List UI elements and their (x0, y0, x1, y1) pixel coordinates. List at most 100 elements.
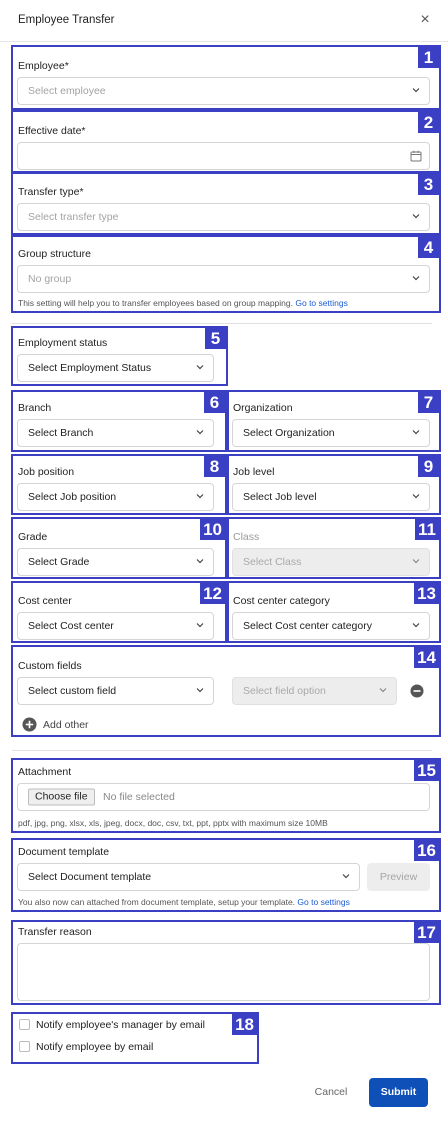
chevron-down-icon (341, 871, 351, 881)
transfer-type-select[interactable]: Select transfer type (17, 203, 430, 231)
section-divider (12, 750, 432, 751)
group-structure-select[interactable]: No group (17, 265, 430, 293)
custom-field-option-select: Select field option (232, 677, 397, 705)
add-icon[interactable] (22, 717, 37, 735)
chevron-down-icon (195, 362, 205, 372)
choose-file-button[interactable]: Choose file (28, 788, 95, 806)
annotation-badge-17: 17 (414, 922, 439, 943)
annotation-badge-14: 14 (414, 647, 439, 668)
submit-button[interactable]: Submit (369, 1078, 428, 1107)
custom-field-select[interactable]: Select custom field (17, 677, 214, 705)
chevron-down-icon (195, 491, 205, 501)
annotation-badge-9: 9 (418, 456, 439, 477)
chevron-down-icon (411, 427, 421, 437)
employee-label: Employee* (18, 60, 69, 72)
custom-field-value: Select custom field (28, 685, 117, 697)
notify-manager-checkbox[interactable] (19, 1019, 30, 1030)
notify-employee-label: Notify employee by email (36, 1041, 154, 1053)
cost-center-select[interactable]: Select Cost center (17, 612, 214, 640)
chevron-down-icon (195, 427, 205, 437)
annotation-badge-18: 18 (232, 1014, 257, 1035)
annotation-badge-7: 7 (418, 392, 439, 413)
cost-center-value: Select Cost center (28, 620, 114, 632)
file-status: No file selected (103, 791, 175, 803)
class-select: Select Class (232, 548, 430, 576)
dialog-title: Employee Transfer (18, 14, 115, 26)
job-level-value: Select Job level (243, 491, 317, 503)
annotation-badge-4: 4 (418, 237, 439, 258)
group-structure-help: This setting will help you to transfer e… (18, 298, 348, 308)
annotation-badge-6: 6 (204, 392, 225, 413)
employee-select-placeholder: Select employee (28, 85, 106, 97)
organization-label: Organization (233, 402, 293, 414)
group-structure-settings-link[interactable]: Go to settings (295, 298, 347, 308)
branch-value: Select Branch (28, 427, 94, 439)
chevron-down-icon (195, 556, 205, 566)
chevron-down-icon (378, 685, 388, 695)
notify-manager-label: Notify employee's manager by email (36, 1019, 205, 1031)
chevron-down-icon (411, 491, 421, 501)
annotation-badge-15: 15 (414, 760, 439, 781)
chevron-down-icon (195, 685, 205, 695)
notify-employee-checkbox[interactable] (19, 1041, 30, 1052)
attachment-file-input[interactable]: Choose file No file selected (17, 783, 430, 811)
cost-center-label: Cost center (18, 595, 72, 607)
annotation-badge-8: 8 (204, 456, 225, 477)
annotation-badge-13: 13 (414, 583, 439, 604)
group-structure-value: No group (28, 273, 72, 285)
chevron-down-icon (411, 211, 421, 221)
document-template-value: Select Document template (28, 871, 152, 883)
class-label: Class (233, 531, 260, 543)
employment-status-label: Employment status (18, 337, 108, 349)
job-level-label: Job level (233, 466, 275, 478)
grade-label: Grade (18, 531, 48, 543)
annotation-badge-5: 5 (205, 328, 226, 349)
attachment-label: Attachment (18, 766, 72, 778)
document-template-help-text: You also now can attached from document … (18, 897, 296, 907)
document-template-settings-link[interactable]: Go to settings (297, 897, 349, 907)
transfer-reason-textarea[interactable] (17, 943, 430, 1001)
branch-select[interactable]: Select Branch (17, 419, 214, 447)
effective-date-label: Effective date* (18, 125, 86, 137)
annotation-badge-2: 2 (418, 112, 439, 133)
job-position-select[interactable]: Select Job position (17, 483, 214, 511)
employment-status-select[interactable]: Select Employment Status (17, 354, 214, 382)
group-structure-help-text: This setting will help you to transfer e… (18, 298, 293, 308)
transfer-type-placeholder: Select transfer type (28, 211, 119, 223)
chevron-down-icon (411, 556, 421, 566)
branch-label: Branch (18, 402, 52, 414)
annotation-badge-3: 3 (418, 174, 439, 195)
document-template-select[interactable]: Select Document template (17, 863, 360, 891)
group-structure-label: Group structure (18, 248, 91, 260)
organization-select[interactable]: Select Organization (232, 419, 430, 447)
annotation-badge-10: 10 (200, 519, 225, 540)
dialog-header: Employee Transfer × (0, 0, 448, 42)
preview-button: Preview (367, 863, 430, 891)
job-position-value: Select Job position (28, 491, 117, 503)
annotation-badge-1: 1 (418, 47, 439, 68)
add-other-link[interactable]: Add other (43, 719, 89, 731)
close-icon[interactable]: × (416, 11, 434, 29)
chevron-down-icon (411, 273, 421, 283)
class-value: Select Class (243, 556, 302, 568)
chevron-down-icon (195, 620, 205, 630)
transfer-type-label: Transfer type* (18, 186, 84, 198)
transfer-reason-label: Transfer reason (18, 926, 92, 938)
employee-select[interactable]: Select employee (17, 77, 430, 105)
calendar-icon[interactable] (410, 150, 422, 162)
employment-status-value: Select Employment Status (28, 362, 152, 374)
annotation-badge-11: 11 (415, 519, 439, 540)
grade-select[interactable]: Select Grade (17, 548, 214, 576)
attachment-help: pdf, jpg, png, xlsx, xls, jpeg, docx, do… (18, 818, 328, 828)
job-level-select[interactable]: Select Job level (232, 483, 430, 511)
custom-fields-label: Custom fields (18, 660, 82, 672)
cancel-button[interactable]: Cancel (307, 1078, 355, 1106)
remove-field-icon[interactable] (410, 684, 424, 701)
organization-value: Select Organization (243, 427, 335, 439)
grade-value: Select Grade (28, 556, 90, 568)
cost-center-category-select[interactable]: Select Cost center category (232, 612, 430, 640)
job-position-label: Job position (18, 466, 75, 478)
effective-date-input[interactable] (17, 142, 430, 170)
custom-field-option-value: Select field option (243, 685, 326, 697)
cost-center-category-value: Select Cost center category (243, 620, 372, 632)
